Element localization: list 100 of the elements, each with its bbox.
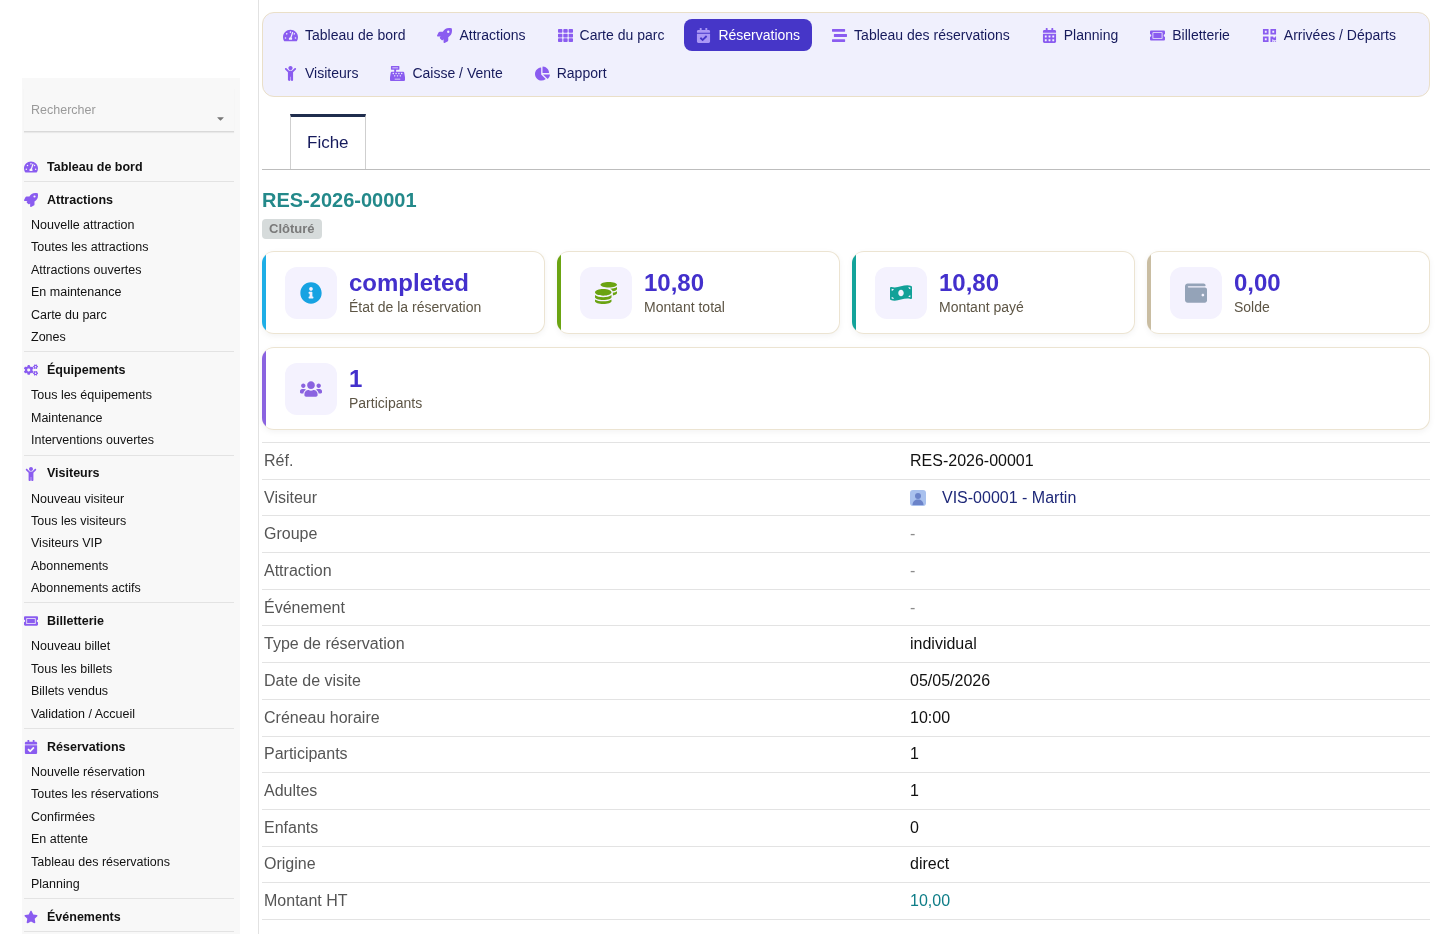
field-label: Visiteur <box>263 487 319 508</box>
sidebar-link[interactable]: Interventions ouvertes <box>24 429 234 452</box>
stat-label: État de la réservation <box>349 297 482 317</box>
gauge-icon <box>24 160 38 174</box>
field-label: Type de réservation <box>263 634 406 655</box>
stat-value: 1 <box>349 364 364 393</box>
sidebar-link[interactable]: Toutes les réservations <box>24 783 234 806</box>
tab[interactable]: Fiche <box>290 114 366 169</box>
sidebar-link[interactable]: En attente <box>24 828 234 851</box>
record-title: RES-2026-00001 <box>262 188 418 212</box>
field-label: Montant HT <box>263 891 349 912</box>
stat-label: Participants <box>349 393 423 413</box>
sidebar-link[interactable]: En maintenance <box>24 281 234 304</box>
sidebar-link[interactable]: Billets vendus <box>24 680 234 703</box>
nav-tab[interactable]: Tableau de bord <box>271 19 418 51</box>
rocket-icon <box>24 193 38 207</box>
field-label: Événement <box>263 597 346 618</box>
rocket-icon <box>437 27 453 43</box>
stat-label: Solde <box>1234 297 1271 317</box>
sidebar-link[interactable]: Nouveau visiteur <box>24 487 234 510</box>
sidebar-link[interactable]: Toutes les attractions <box>24 236 234 259</box>
sidebar-link[interactable]: Planning <box>24 873 234 896</box>
sidebar-link[interactable]: Visiteurs VIP <box>24 532 234 555</box>
grid-icon <box>557 27 573 43</box>
nav-tab[interactable]: Billetterie <box>1138 19 1242 51</box>
nav-tab[interactable]: Rapport <box>522 57 619 89</box>
stat-value: completed <box>349 268 471 297</box>
sidebar-link[interactable]: Abonnements actifs <box>24 577 234 600</box>
calendar-icon <box>1041 27 1057 43</box>
sidebar-link[interactable]: Nouvelle attraction <box>24 214 234 237</box>
nav-tab[interactable]: Caisse / Vente <box>378 57 515 89</box>
nav-tab[interactable]: Attractions <box>425 19 538 51</box>
nav-tab[interactable]: Arrivées / Départs <box>1249 19 1408 51</box>
field-label: Créneau horaire <box>263 707 381 728</box>
field-value: 1 <box>910 745 919 763</box>
sidebar-heading[interactable]: Billetterie <box>24 610 234 633</box>
sidebar-link[interactable]: Carte du parc <box>24 303 234 326</box>
sidebar-link[interactable]: Nouveau billet <box>24 635 234 658</box>
field-value: - <box>910 525 916 543</box>
coins-icon <box>580 266 632 319</box>
field-value: 05/05/2026 <box>910 671 991 689</box>
gears-icon <box>24 363 38 378</box>
field-label: Attraction <box>263 560 333 581</box>
sidebar-link[interactable]: Abonnements <box>24 554 234 578</box>
star-icon <box>24 910 38 925</box>
field-value: direct <box>910 855 950 873</box>
stat-value: 0,00 <box>1234 268 1281 297</box>
nav-tab[interactable]: Visiteurs <box>271 57 371 89</box>
info-icon <box>285 266 337 319</box>
sidebar-link[interactable]: Nouvelle réservation <box>24 761 234 784</box>
people-icon <box>285 362 337 415</box>
sidebar-heading[interactable]: Tableau de bord <box>24 156 234 178</box>
sidebar-link[interactable]: Attractions ouvertes <box>24 258 234 282</box>
field-value: 1 <box>910 782 919 800</box>
calendar-check-icon <box>696 27 712 43</box>
status-badge: Clôturé <box>262 219 322 239</box>
sidebar-heading[interactable]: Réservations <box>24 736 234 759</box>
sidebar-link[interactable]: Validation / Accueil <box>24 702 234 726</box>
field-value: RES-2026-00001 <box>910 451 1034 469</box>
field-value: - <box>910 561 916 579</box>
field-label: Adultes <box>263 781 319 802</box>
stat-value: 10,80 <box>644 268 706 297</box>
ticket-icon <box>24 614 38 629</box>
calendar-check-icon <box>24 740 38 755</box>
stat-label: Montant payé <box>939 297 1024 317</box>
sidebar-link[interactable]: Zones <box>24 325 234 349</box>
wallet-icon <box>1170 266 1222 319</box>
person-icon <box>24 466 38 481</box>
field-label: Date de visite <box>263 670 362 691</box>
field-value: 0 <box>910 818 919 836</box>
stat-value: 10,80 <box>939 268 1001 297</box>
field-label: Réf. <box>263 450 295 471</box>
avatar-icon <box>910 489 926 506</box>
pie-chart-icon <box>534 65 550 81</box>
person-icon <box>283 65 298 81</box>
sidebar-link[interactable]: Tous les équipements <box>24 384 234 407</box>
field-value: 10:00 <box>910 708 951 726</box>
sidebar-link[interactable]: Tous les visiteurs <box>24 509 234 533</box>
stat-label: Montant total <box>644 297 725 317</box>
cash-register-icon <box>390 65 406 81</box>
gauge-icon <box>283 27 298 43</box>
sidebar-heading[interactable]: Visiteurs <box>24 462 234 485</box>
sidebar-heading[interactable]: Attractions <box>24 189 234 211</box>
bars-icon <box>832 27 848 43</box>
nav-tab[interactable]: Réservations <box>684 19 813 51</box>
nav-tab[interactable]: Carte du parc <box>545 19 677 51</box>
sidebar-link[interactable]: Tableau des réservations <box>24 850 234 873</box>
field-label: Groupe <box>263 524 319 545</box>
nav-tab[interactable]: Planning <box>1029 19 1131 51</box>
field-value: - <box>910 598 916 616</box>
sidebar-link[interactable]: Confirmées <box>24 805 234 829</box>
sidebar-heading[interactable]: Équipements <box>24 359 234 382</box>
sidebar-heading[interactable]: Événements <box>24 906 234 929</box>
sidebar-link[interactable]: Tous les billets <box>24 657 234 681</box>
field-label: Enfants <box>263 817 320 838</box>
sidebar-link[interactable]: Maintenance <box>24 406 234 430</box>
search-field[interactable]: Rechercher <box>24 88 234 132</box>
visitor-link[interactable]: VIS-00001 - Martin <box>942 485 1077 510</box>
field-label: Participants <box>263 744 349 765</box>
nav-tab[interactable]: Tableau des réservations <box>820 19 1022 51</box>
